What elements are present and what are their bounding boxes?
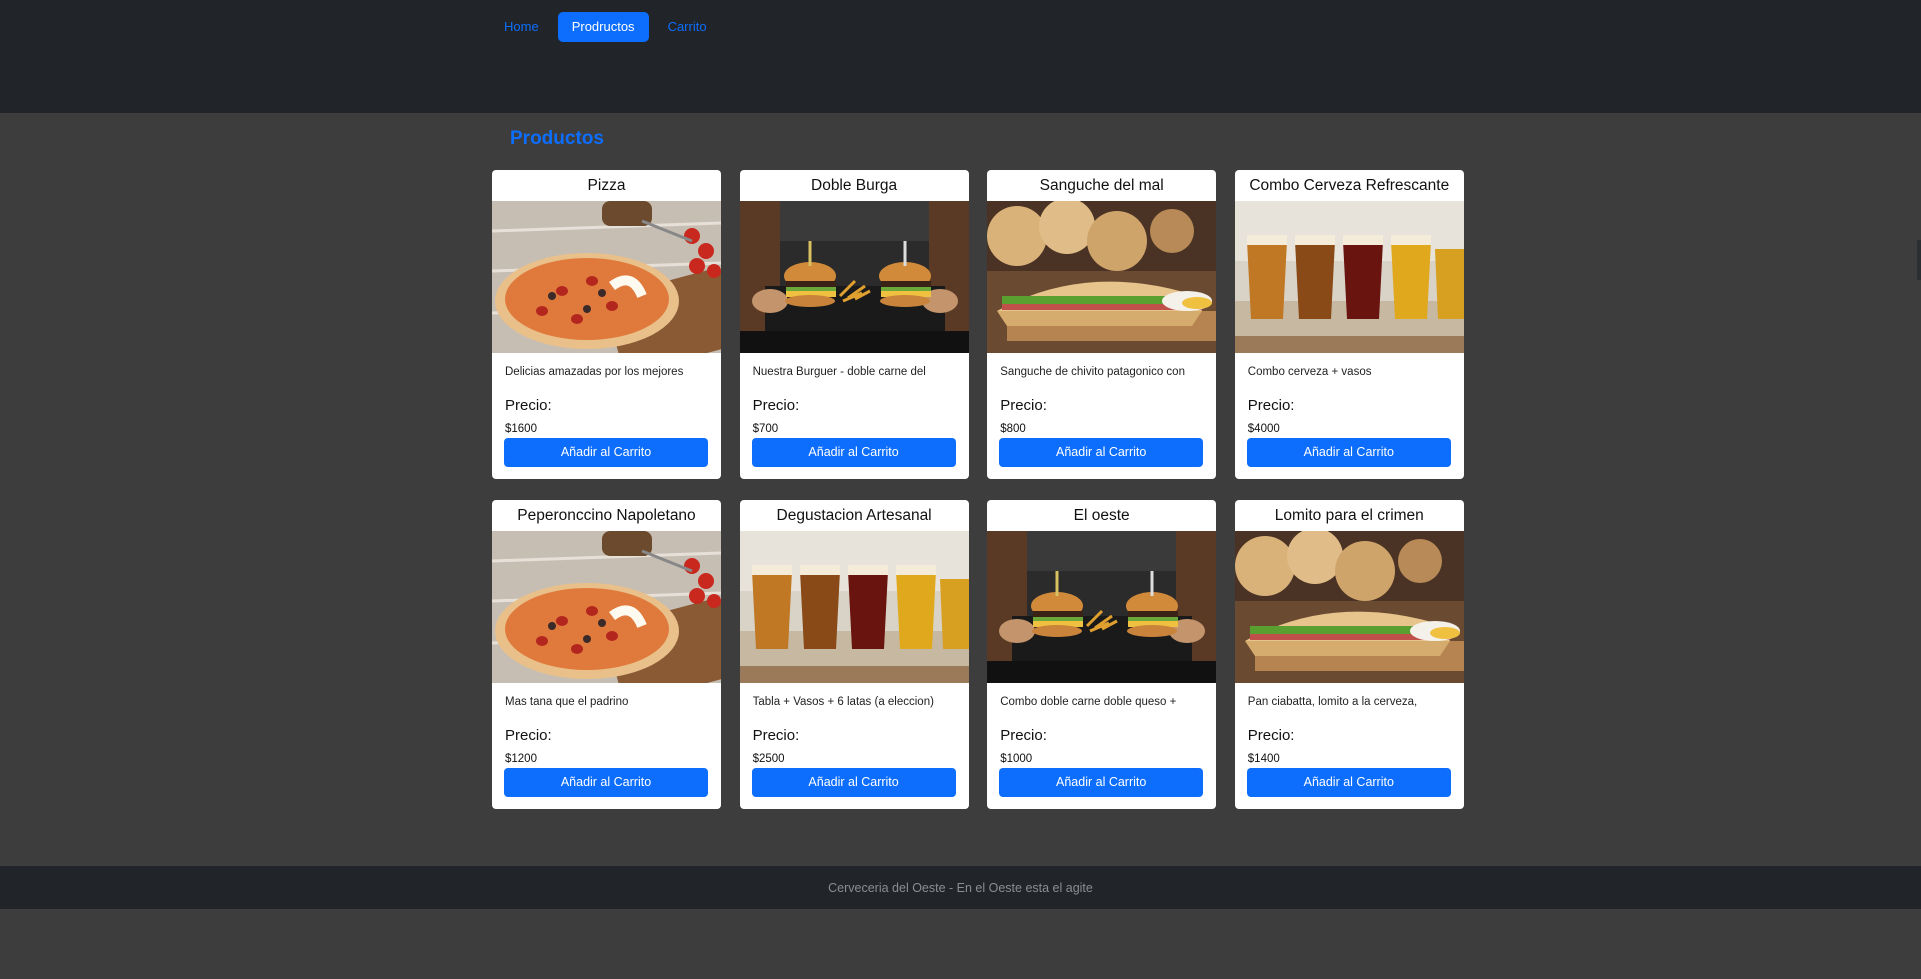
add-to-cart-button[interactable]: Añadir al Carrito bbox=[999, 438, 1204, 467]
product-title: Doble Burga bbox=[811, 177, 898, 194]
price-label: Precio: bbox=[1000, 397, 1047, 414]
product-title: Degustacion Artesanal bbox=[776, 507, 932, 524]
product-description: Combo cerveza + vasos bbox=[1247, 366, 1372, 378]
add-to-cart-button[interactable]: Añadir al Carrito bbox=[1246, 768, 1451, 797]
add-to-cart-button[interactable]: Añadir al Carrito bbox=[751, 438, 956, 467]
product-price: $800 bbox=[1000, 423, 1026, 435]
product-image bbox=[987, 531, 1217, 683]
add-to-cart-button[interactable]: Añadir al Carrito bbox=[751, 768, 956, 797]
product-price: $1400 bbox=[1247, 753, 1280, 765]
price-label: Precio: bbox=[1247, 727, 1295, 744]
price-label: Precio: bbox=[1247, 397, 1295, 414]
add-to-cart-button[interactable]: Añadir al Carrito bbox=[999, 768, 1204, 797]
main-nav: Home Prodructos Carrito bbox=[490, 12, 721, 42]
footer-text: Cerveceria del Oeste - En el Oeste esta … bbox=[828, 881, 1093, 895]
price-label: Precio: bbox=[752, 397, 800, 414]
product-card: Doble Burga Nuestra Burguer - doble carn… bbox=[739, 170, 969, 479]
product-card: Pizza Delicias amazadas por los mejores P… bbox=[492, 170, 721, 479]
product-image bbox=[987, 201, 1217, 353]
add-to-cart-button[interactable]: Añadir al Carrito bbox=[504, 438, 708, 467]
product-title: Pizza bbox=[587, 177, 626, 194]
product-card: Sanguche del mal Sanguche de chivito pat… bbox=[987, 170, 1217, 479]
product-price: $700 bbox=[752, 423, 779, 435]
add-to-cart-button[interactable]: Añadir al Carrito bbox=[504, 768, 708, 797]
product-grid: Pizza Delicias amazadas por los mejores P… bbox=[492, 170, 1464, 809]
add-to-cart-button[interactable]: Añadir al Carrito bbox=[1246, 438, 1451, 467]
nav-products-link[interactable]: Prodructos bbox=[557, 12, 649, 42]
product-description: Nuestra Burguer - doble carne del bbox=[752, 366, 926, 378]
product-description: Mas tana que el padrino bbox=[505, 696, 629, 708]
nav-home-link[interactable]: Home bbox=[490, 12, 553, 42]
product-price: $1000 bbox=[1000, 753, 1033, 765]
product-description: Pan ciabatta, lomito a la cerveza, bbox=[1247, 696, 1418, 708]
footer: Cerveceria del Oeste - En el Oeste esta … bbox=[0, 866, 1921, 909]
product-image bbox=[739, 531, 969, 683]
price-label: Precio: bbox=[1000, 727, 1047, 744]
page-title: Productos bbox=[510, 128, 604, 149]
product-price: $1600 bbox=[505, 423, 537, 435]
price-label: Precio: bbox=[505, 727, 552, 744]
product-price: $2500 bbox=[752, 753, 785, 765]
product-title: El oeste bbox=[1073, 507, 1130, 524]
navbar: Home Prodructos Carrito bbox=[0, 0, 1921, 113]
product-card: Peperonccino Napoletano Mas tana que el … bbox=[492, 500, 721, 809]
product-image bbox=[1234, 531, 1464, 683]
product-image bbox=[1234, 201, 1464, 353]
product-description: Combo doble carne doble queso + bbox=[1000, 696, 1177, 708]
product-image bbox=[739, 201, 969, 353]
product-image bbox=[492, 201, 721, 353]
product-title: Lomito para el crimen bbox=[1274, 507, 1424, 524]
product-description: Sanguche de chivito patagonico con bbox=[1000, 366, 1185, 378]
price-label: Precio: bbox=[505, 397, 552, 414]
product-title: Sanguche del mal bbox=[1039, 177, 1164, 194]
product-title: Combo Cerveza Refrescante bbox=[1249, 177, 1450, 194]
product-card: Degustacion Artesanal Tabla + Vasos + 6 … bbox=[739, 500, 969, 809]
product-card: Combo Cerveza Refrescante Combo cerveza … bbox=[1234, 170, 1464, 479]
scrollbar[interactable] bbox=[1917, 240, 1921, 280]
product-price: $4000 bbox=[1247, 423, 1280, 435]
price-label: Precio: bbox=[752, 727, 800, 744]
product-price: $1200 bbox=[505, 753, 537, 765]
nav-cart-link[interactable]: Carrito bbox=[654, 12, 721, 42]
product-card: El oeste Combo doble carne doble queso +… bbox=[987, 500, 1217, 809]
product-card: Lomito para el crimen Pan ciabatta, lomi… bbox=[1234, 500, 1464, 809]
product-title: Peperonccino Napoletano bbox=[517, 507, 696, 524]
product-image bbox=[492, 531, 721, 683]
product-description: Tabla + Vasos + 6 latas (a eleccion) bbox=[752, 696, 934, 708]
product-description: Delicias amazadas por los mejores bbox=[505, 366, 684, 378]
